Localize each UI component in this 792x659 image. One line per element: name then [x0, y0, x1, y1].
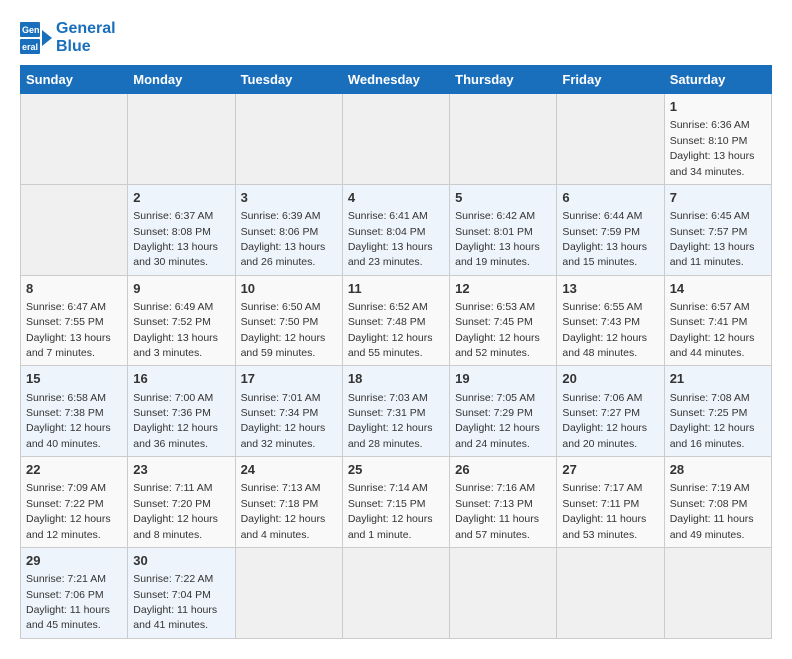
logo-name: General [56, 20, 116, 38]
calendar-day-16: 16Sunrise: 7:00 AMSunset: 7:36 PMDayligh… [128, 366, 235, 457]
calendar-week-row: 8Sunrise: 6:47 AMSunset: 7:55 PMDaylight… [21, 275, 772, 366]
calendar-day-11: 11Sunrise: 6:52 AMSunset: 7:48 PMDayligh… [342, 275, 449, 366]
calendar-week-row: 1Sunrise: 6:36 AMSunset: 8:10 PMDaylight… [21, 94, 772, 185]
weekday-header-tuesday: Tuesday [235, 66, 342, 94]
empty-cell [235, 94, 342, 185]
calendar-day-12: 12Sunrise: 6:53 AMSunset: 7:45 PMDayligh… [450, 275, 557, 366]
weekday-header-wednesday: Wednesday [342, 66, 449, 94]
calendar-day-2: 2Sunrise: 6:37 AMSunset: 8:08 PMDaylight… [128, 184, 235, 275]
calendar-day-20: 20Sunrise: 7:06 AMSunset: 7:27 PMDayligh… [557, 366, 664, 457]
empty-cell [557, 94, 664, 185]
calendar-day-7: 7Sunrise: 6:45 AMSunset: 7:57 PMDaylight… [664, 184, 771, 275]
weekday-header-thursday: Thursday [450, 66, 557, 94]
logo-mark: Gen eral General Blue [20, 20, 116, 55]
empty-cell [342, 94, 449, 185]
calendar-day-4: 4Sunrise: 6:41 AMSunset: 8:04 PMDaylight… [342, 184, 449, 275]
weekday-header-row: SundayMondayTuesdayWednesdayThursdayFrid… [21, 66, 772, 94]
calendar-day-19: 19Sunrise: 7:05 AMSunset: 7:29 PMDayligh… [450, 366, 557, 457]
empty-cell [235, 547, 342, 638]
weekday-header-saturday: Saturday [664, 66, 771, 94]
calendar-day-6: 6Sunrise: 6:44 AMSunset: 7:59 PMDaylight… [557, 184, 664, 275]
logo: Gen eral General Blue [20, 20, 116, 55]
empty-cell [21, 94, 128, 185]
calendar-day-24: 24Sunrise: 7:13 AMSunset: 7:18 PMDayligh… [235, 457, 342, 548]
calendar-day-21: 21Sunrise: 7:08 AMSunset: 7:25 PMDayligh… [664, 366, 771, 457]
calendar-day-15: 15Sunrise: 6:58 AMSunset: 7:38 PMDayligh… [21, 366, 128, 457]
calendar-day-9: 9Sunrise: 6:49 AMSunset: 7:52 PMDaylight… [128, 275, 235, 366]
empty-cell [342, 547, 449, 638]
empty-cell [21, 184, 128, 275]
calendar-day-28: 28Sunrise: 7:19 AMSunset: 7:08 PMDayligh… [664, 457, 771, 548]
calendar-day-13: 13Sunrise: 6:55 AMSunset: 7:43 PMDayligh… [557, 275, 664, 366]
calendar-week-row: 29Sunrise: 7:21 AMSunset: 7:06 PMDayligh… [21, 547, 772, 638]
calendar-week-row: 2Sunrise: 6:37 AMSunset: 8:08 PMDaylight… [21, 184, 772, 275]
page-header: Gen eral General Blue [20, 20, 772, 55]
svg-text:eral: eral [22, 42, 38, 52]
empty-cell [664, 547, 771, 638]
empty-cell [450, 94, 557, 185]
calendar-day-10: 10Sunrise: 6:50 AMSunset: 7:50 PMDayligh… [235, 275, 342, 366]
calendar-day-18: 18Sunrise: 7:03 AMSunset: 7:31 PMDayligh… [342, 366, 449, 457]
calendar-week-row: 15Sunrise: 6:58 AMSunset: 7:38 PMDayligh… [21, 366, 772, 457]
calendar-day-26: 26Sunrise: 7:16 AMSunset: 7:13 PMDayligh… [450, 457, 557, 548]
calendar-day-3: 3Sunrise: 6:39 AMSunset: 8:06 PMDaylight… [235, 184, 342, 275]
calendar-table: SundayMondayTuesdayWednesdayThursdayFrid… [20, 65, 772, 639]
weekday-header-friday: Friday [557, 66, 664, 94]
svg-text:Gen: Gen [22, 25, 40, 35]
calendar-day-30: 30Sunrise: 7:22 AMSunset: 7:04 PMDayligh… [128, 547, 235, 638]
calendar-day-17: 17Sunrise: 7:01 AMSunset: 7:34 PMDayligh… [235, 366, 342, 457]
calendar-day-27: 27Sunrise: 7:17 AMSunset: 7:11 PMDayligh… [557, 457, 664, 548]
logo-svg: Gen eral [20, 22, 52, 54]
calendar-day-8: 8Sunrise: 6:47 AMSunset: 7:55 PMDaylight… [21, 275, 128, 366]
weekday-header-sunday: Sunday [21, 66, 128, 94]
calendar-day-5: 5Sunrise: 6:42 AMSunset: 8:01 PMDaylight… [450, 184, 557, 275]
calendar-day-25: 25Sunrise: 7:14 AMSunset: 7:15 PMDayligh… [342, 457, 449, 548]
calendar-day-23: 23Sunrise: 7:11 AMSunset: 7:20 PMDayligh… [128, 457, 235, 548]
empty-cell [128, 94, 235, 185]
weekday-header-monday: Monday [128, 66, 235, 94]
empty-cell [557, 547, 664, 638]
calendar-week-row: 22Sunrise: 7:09 AMSunset: 7:22 PMDayligh… [21, 457, 772, 548]
empty-cell [450, 547, 557, 638]
calendar-day-14: 14Sunrise: 6:57 AMSunset: 7:41 PMDayligh… [664, 275, 771, 366]
calendar-day-22: 22Sunrise: 7:09 AMSunset: 7:22 PMDayligh… [21, 457, 128, 548]
calendar-day-29: 29Sunrise: 7:21 AMSunset: 7:06 PMDayligh… [21, 547, 128, 638]
calendar-day-1: 1Sunrise: 6:36 AMSunset: 8:10 PMDaylight… [664, 94, 771, 185]
